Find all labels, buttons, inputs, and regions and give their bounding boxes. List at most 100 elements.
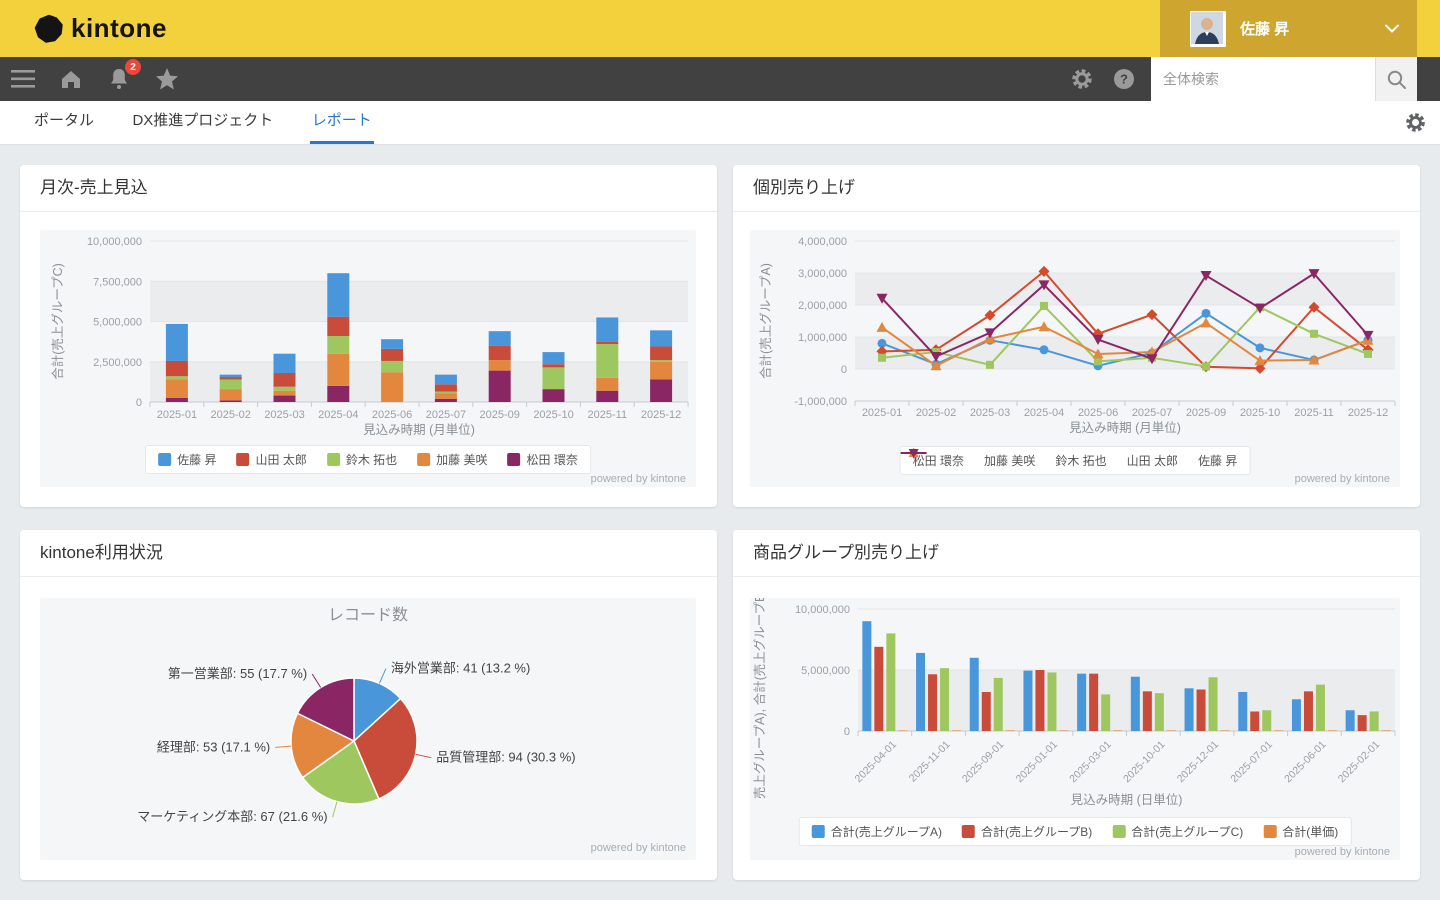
svg-text:0: 0 — [841, 364, 847, 376]
svg-text:4,000,000: 4,000,000 — [798, 236, 847, 248]
settings-gear-icon[interactable] — [1069, 66, 1095, 92]
svg-text:第一営業部: 55 (17.7 %): 第一営業部: 55 (17.7 %) — [168, 666, 307, 681]
nav-right: ? — [1069, 57, 1440, 101]
panel-monthly-sales-forecast: 月次-売上見込 02,500,0005,000,0007,500,00010,0… — [20, 165, 717, 507]
svg-text:2,000,000: 2,000,000 — [798, 300, 847, 312]
app-header: kintone 佐藤 昇 — [0, 0, 1440, 57]
svg-text:2025-09: 2025-09 — [480, 409, 520, 421]
user-menu[interactable]: 佐藤 昇 — [1160, 0, 1417, 57]
powered-by-kintone: powered by kintone — [1295, 846, 1390, 858]
tab-settings-gear-icon[interactable] — [1405, 112, 1426, 138]
help-icon[interactable]: ? — [1111, 66, 1137, 92]
notification-badge: 2 — [125, 59, 141, 75]
svg-text:2025-12: 2025-12 — [1348, 407, 1388, 419]
legend-item[interactable]: 加藤 美咲 — [417, 451, 487, 468]
svg-text:2025-12-01: 2025-12-01 — [1175, 739, 1222, 786]
svg-text:5,000,000: 5,000,000 — [93, 317, 142, 329]
legend-item[interactable]: 山田 太郎 — [1127, 452, 1178, 469]
svg-text:見込み時期 (日単位): 見込み時期 (日単位) — [1071, 792, 1183, 807]
svg-text:2025-02-01: 2025-02-01 — [1336, 739, 1383, 786]
legend-item[interactable]: 山田 太郎 — [236, 451, 306, 468]
svg-text:2025-07-01: 2025-07-01 — [1228, 739, 1275, 786]
nav-strip — [1417, 57, 1440, 101]
svg-text:合計(売上グループA): 合計(売上グループA) — [758, 263, 773, 379]
legend-swatch — [508, 453, 521, 466]
panel-title: 月次-売上見込 — [20, 165, 717, 212]
svg-text:3,000,000: 3,000,000 — [798, 268, 847, 280]
svg-text:見込み時期 (月単位): 見込み時期 (月単位) — [363, 422, 475, 437]
powered-by-kintone: powered by kintone — [591, 842, 686, 854]
svg-text:2025-06: 2025-06 — [372, 409, 412, 421]
legend-label: 合計(単価) — [1282, 823, 1338, 840]
legend-label: 鈴木 拓也 — [346, 451, 397, 468]
legend-item[interactable]: 加藤 美咲 — [984, 452, 1035, 469]
nav-left: 2 — [10, 57, 180, 101]
legend-item[interactable]: 鈴木 拓也 — [1055, 452, 1106, 469]
legend-swatch — [417, 453, 430, 466]
home-icon[interactable] — [58, 66, 84, 92]
chart-legend: 佐藤 昇 山田 太郎 鈴木 拓也 加藤 美咲 松田 環奈 — [145, 445, 591, 474]
tab-portal[interactable]: ポータル — [32, 101, 96, 144]
legend-label: 合計(売上グループB) — [981, 823, 1092, 840]
legend-item[interactable]: 鈴木 拓也 — [327, 451, 397, 468]
notification-bell-icon[interactable]: 2 — [106, 66, 132, 92]
tab-report[interactable]: レポート — [310, 101, 374, 144]
legend-label: 山田 太郎 — [255, 451, 306, 468]
svg-text:2025-02: 2025-02 — [211, 409, 251, 421]
favorites-star-icon[interactable] — [154, 66, 180, 92]
svg-text:2025-09: 2025-09 — [1186, 407, 1226, 419]
search-icon — [1386, 69, 1407, 90]
svg-text:合計(売上グループC): 合計(売上グループC) — [50, 263, 65, 380]
svg-text:10,000,000: 10,000,000 — [87, 236, 142, 248]
powered-by-kintone: powered by kintone — [1295, 473, 1390, 485]
hamburger-menu-icon[interactable] — [10, 66, 36, 92]
legend-item[interactable]: 松田 環奈 — [508, 451, 578, 468]
legend-label: 鈴木 拓也 — [1055, 452, 1106, 469]
panel-kintone-usage: kintone利用状況 レコード数海外営業部: 41 (13.2 %)品質管理部… — [20, 530, 717, 880]
svg-text:2025-03-01: 2025-03-01 — [1067, 739, 1114, 786]
legend-label: 合計(売上グループA) — [831, 823, 942, 840]
svg-text:2025-11-01: 2025-11-01 — [907, 739, 953, 785]
stacked-bar-chart-widget: 02,500,0005,000,0007,500,00010,000,00020… — [40, 230, 696, 487]
legend-item[interactable]: 合計(売上グループC) — [1112, 823, 1243, 840]
pie-chart-widget: レコード数海外営業部: 41 (13.2 %)品質管理部: 94 (30.3 %… — [40, 598, 696, 860]
svg-text:7,500,000: 7,500,000 — [93, 276, 142, 288]
panel-title: kintone利用状況 — [20, 530, 717, 577]
svg-text:2025-01-01: 2025-01-01 — [1014, 739, 1061, 786]
legend-swatch — [327, 453, 340, 466]
svg-text:2025-04: 2025-04 — [318, 409, 358, 421]
pie-chart-svg: レコード数海外営業部: 41 (13.2 %)品質管理部: 94 (30.3 %… — [40, 598, 696, 860]
svg-text:5,000,000: 5,000,000 — [801, 665, 850, 677]
svg-text:2025-10: 2025-10 — [533, 409, 573, 421]
svg-text:2025-03: 2025-03 — [970, 407, 1010, 419]
global-search — [1151, 57, 1417, 101]
chevron-down-icon — [1385, 24, 1399, 33]
svg-text:2,500,000: 2,500,000 — [93, 357, 142, 369]
svg-text:売上グループA), 合計(売上グループB), 合計(売: 売上グループA), 合計(売上グループB), 合計(売 — [752, 598, 767, 799]
legend-swatch — [236, 453, 249, 466]
svg-text:2025-03: 2025-03 — [264, 409, 304, 421]
legend-label: 加藤 美咲 — [984, 452, 1035, 469]
search-input[interactable] — [1151, 57, 1375, 101]
legend-item[interactable]: 佐藤 昇 — [1198, 452, 1237, 469]
kintone-dashboard: kintone 佐藤 昇 — [0, 0, 1440, 900]
legend-swatch — [158, 453, 171, 466]
svg-text:2025-11: 2025-11 — [1294, 407, 1334, 419]
avatar — [1190, 11, 1226, 47]
kintone-logo[interactable]: kintone — [34, 13, 167, 44]
panel-sales-by-product-group: 商品グループ別売り上げ 05,000,00010,000,0002025-04-… — [733, 530, 1420, 880]
legend-item[interactable]: 佐藤 昇 — [158, 451, 216, 468]
svg-text:2025-07: 2025-07 — [1132, 407, 1172, 419]
legend-item[interactable]: 合計(売上グループB) — [962, 823, 1092, 840]
tab-dx-project[interactable]: DX推進プロジェクト — [130, 101, 275, 144]
svg-text:10,000,000: 10,000,000 — [795, 604, 850, 616]
svg-text:2025-09-01: 2025-09-01 — [960, 739, 1007, 786]
svg-text:2025-01: 2025-01 — [157, 409, 197, 421]
legend-item[interactable]: 合計(売上グループA) — [812, 823, 942, 840]
search-button[interactable] — [1375, 57, 1417, 101]
svg-text:レコード数: レコード数 — [328, 606, 408, 624]
legend-label: 加藤 美咲 — [436, 451, 487, 468]
svg-text:0: 0 — [844, 726, 850, 738]
svg-text:マーケティング本部: 67 (21.6 %): マーケティング本部: 67 (21.6 %) — [137, 809, 327, 824]
legend-item[interactable]: 合計(単価) — [1263, 823, 1338, 840]
